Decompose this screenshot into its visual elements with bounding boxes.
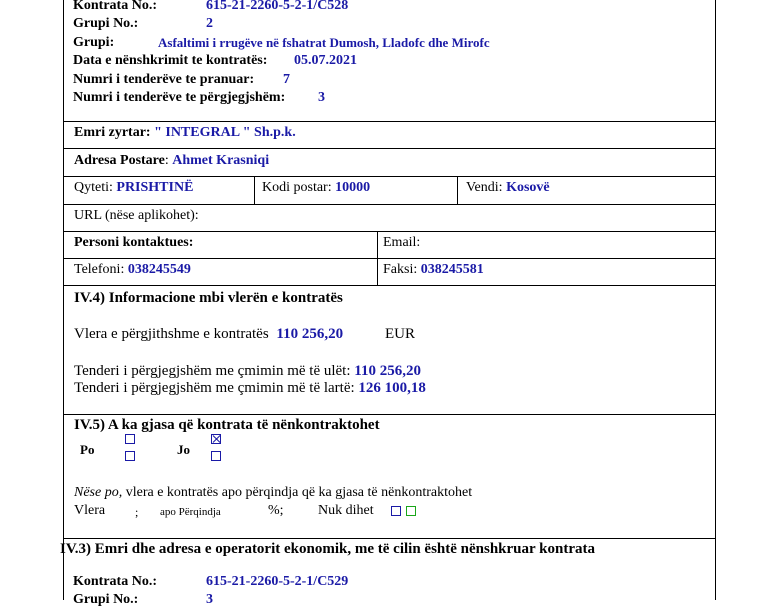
yes-checkbox[interactable]: [125, 451, 135, 461]
no-checkbox-checked[interactable]: [211, 434, 221, 444]
fax-value: 038245581: [420, 262, 484, 277]
subcontract-note: Nëse po, vlera e kontratës apo përqindja…: [74, 485, 472, 501]
divider-contact-email: [377, 231, 378, 285]
contact-label: Personi kontaktues:: [74, 235, 194, 250]
next-contract-value: 615-21-2260-5-2-1/C529: [206, 574, 349, 589]
note-italic: Nëse po,: [74, 485, 123, 500]
official-name-row: Emri zyrtar: " INTEGRAL " Sh.p.k.: [74, 125, 296, 140]
phone-label: Telefoni:: [74, 262, 125, 277]
frame-right: [715, 0, 716, 600]
next-group-no-value: 3: [206, 592, 213, 607]
lowest-value: 110 256,20: [354, 363, 421, 379]
city-cell: Qyteti: PRISHTINË: [74, 180, 193, 196]
yes-label: Po: [80, 442, 95, 457]
email-label: Email:: [383, 235, 421, 250]
no-label: Jo: [177, 442, 190, 457]
postal-address-value: Ahmet Krasniqi: [172, 153, 270, 168]
fax-label: Faksi:: [383, 262, 418, 277]
rule-2: [63, 176, 716, 177]
group-value: Asfaltimi i rrugëve në fshatrat Dumosh, …: [158, 35, 490, 50]
fax-cell: Faksi: 038245581: [383, 262, 484, 278]
postal-code-cell: Kodi postar: 10000: [262, 180, 370, 196]
group-label: Grupi:: [73, 35, 115, 50]
official-name-label: Emri zyrtar: [74, 125, 146, 140]
total-value-row: Vlera e përgjithshme e kontratës 110 256…: [74, 326, 343, 343]
rule-8: [63, 538, 716, 539]
unknown-checkbox-blue[interactable]: [391, 506, 401, 516]
next-contract-label: Kontrata No.:: [73, 574, 157, 589]
postal-address-row: Adresa Postare: Ahmet Krasniqi: [74, 153, 270, 168]
unknown-checkbox-green[interactable]: [406, 506, 416, 516]
lowest-label: Tenderi i përgjegjshëm me çmimin më të u…: [74, 363, 351, 379]
rule-1: [63, 148, 716, 149]
section-iv5-title: IV.5) A ka gjasa që kontrata të nënkontr…: [74, 417, 380, 433]
sign-date-label: Data e nënshkrimit te kontratës:: [73, 53, 268, 68]
value-separator: ;: [135, 505, 139, 519]
section-iv3-title: IV.3) Emri dhe adresa e operatorit ekono…: [60, 541, 595, 557]
city-value: PRISHTINË: [116, 180, 194, 195]
value-label: Vlera: [74, 503, 106, 518]
total-value-label: Vlera e përgjithshme e kontratës: [74, 326, 269, 342]
url-label: URL (nëse aplikohet):: [74, 208, 199, 223]
unknown-label: Nuk dihet: [318, 503, 374, 518]
contract-label: Kontrata No.:: [73, 0, 157, 13]
country-value: Kosovë: [506, 180, 550, 195]
rule-after-top-block: [63, 121, 716, 122]
divider-city-code: [254, 176, 255, 204]
contract-value: 615-21-2260-5-2-1/C528: [206, 0, 349, 13]
note-text: vlera e kontratës apo përqindja që ka gj…: [125, 485, 473, 500]
yes-checkbox-top[interactable]: [125, 434, 135, 444]
responsive-label: Numri i tenderëve te përgjegjshëm:: [73, 90, 286, 105]
percent-suffix: %;: [268, 503, 284, 518]
rule-4: [63, 231, 716, 232]
highest-row: Tenderi i përgjegjshëm me çmimin më të l…: [74, 380, 426, 397]
received-value: 7: [283, 72, 290, 87]
country-cell: Vendi: Kosovë: [466, 180, 550, 196]
group-no-value: 2: [206, 16, 213, 31]
received-label: Numri i tenderëve te pranuar:: [73, 72, 255, 87]
official-name-value: " INTEGRAL " Sh.p.k.: [154, 125, 296, 140]
highest-value: 126 100,18: [358, 380, 426, 396]
country-label: Vendi:: [466, 180, 503, 195]
percent-label: apo Përqindja: [160, 506, 221, 518]
group-no-label: Grupi No.:: [73, 16, 139, 31]
divider-code-country: [457, 176, 458, 204]
phone-cell: Telefoni: 038245549: [74, 262, 191, 278]
rule-6: [63, 285, 716, 286]
phone-value: 038245549: [127, 262, 191, 277]
highest-label: Tenderi i përgjegjshëm me çmimin më të l…: [74, 380, 355, 396]
postal-code-value: 10000: [335, 180, 371, 195]
lowest-row: Tenderi i përgjegjshëm me çmimin më të u…: [74, 363, 421, 380]
postal-code-label: Kodi postar:: [262, 180, 332, 195]
rule-3: [63, 204, 716, 205]
currency: EUR: [385, 326, 415, 342]
rule-5: [63, 258, 716, 259]
section-iv4-title: IV.4) Informacione mbi vlerën e kontratë…: [74, 290, 343, 306]
next-group-no-label: Grupi No.:: [73, 592, 139, 607]
frame-left: [63, 0, 64, 600]
city-label: Qyteti:: [74, 180, 113, 195]
no-checkbox[interactable]: [211, 451, 221, 461]
postal-address-label: Adresa Postare: [74, 153, 165, 168]
responsive-value: 3: [318, 90, 325, 105]
total-value: 110 256,20: [276, 326, 344, 342]
rule-7: [63, 414, 716, 415]
sign-date-value: 05.07.2021: [294, 53, 357, 68]
